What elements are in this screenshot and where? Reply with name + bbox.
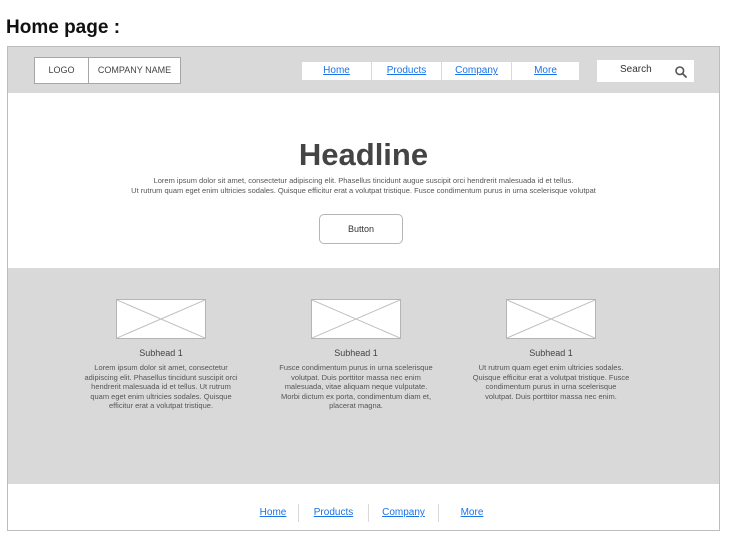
nav-link-products[interactable]: Products [372, 62, 442, 80]
feature-card: Subhead 1 Fusce condimentum purus in urn… [276, 299, 436, 411]
nav-link-company[interactable]: Company [442, 62, 512, 80]
logo[interactable]: LOGO [34, 57, 89, 84]
top-navbar: LOGO COMPANY NAME Home Products Company … [8, 47, 719, 93]
search-icon[interactable] [674, 65, 688, 79]
hero-text: Lorem ipsum dolor sit amet, consectetur … [8, 176, 719, 196]
footer-link-company[interactable]: Company [369, 504, 439, 522]
features-section: Subhead 1 Lorem ipsum dolor sit amet, co… [8, 268, 719, 484]
hero-text-line: Ut rutrum quam eget enim ultricies sodal… [131, 186, 596, 195]
hero-headline: Headline [298, 137, 429, 172]
footer-link-products[interactable]: Products [299, 504, 369, 522]
nav-link-home[interactable]: Home [302, 62, 372, 80]
feature-card: Subhead 1 Ut rutrum quam eget enim ultri… [471, 299, 631, 401]
feature-body: Fusce condimentum purus in urna sceleris… [279, 363, 433, 410]
footer-link-home[interactable]: Home [248, 504, 299, 522]
feature-body: Ut rutrum quam eget enim ultricies sodal… [472, 363, 630, 401]
nav-link-more[interactable]: More [512, 62, 579, 80]
wireframe-frame: LOGO COMPANY NAME Home Products Company … [7, 46, 720, 531]
feature-card: Subhead 1 Lorem ipsum dolor sit amet, co… [81, 299, 241, 411]
company-name[interactable]: COMPANY NAME [88, 57, 181, 84]
page-heading: Home page : [6, 17, 121, 38]
footer-link-more[interactable]: More [439, 504, 505, 522]
image-placeholder-icon [116, 299, 206, 339]
search-label: Search [620, 64, 652, 75]
image-placeholder-icon [506, 299, 596, 339]
main-nav: Home Products Company More [302, 62, 579, 80]
hero-button[interactable]: Button [319, 214, 403, 244]
feature-subhead: Subhead 1 [334, 348, 378, 358]
image-placeholder-icon [311, 299, 401, 339]
feature-subhead: Subhead 1 [529, 348, 573, 358]
footer-nav: Home Products Company More [248, 504, 505, 522]
feature-body: Lorem ipsum dolor sit amet, consectetur … [84, 363, 238, 410]
feature-subhead: Subhead 1 [139, 348, 183, 358]
hero-text-line: Lorem ipsum dolor sit amet, consectetur … [153, 176, 574, 185]
search-box[interactable]: Search [597, 60, 694, 82]
